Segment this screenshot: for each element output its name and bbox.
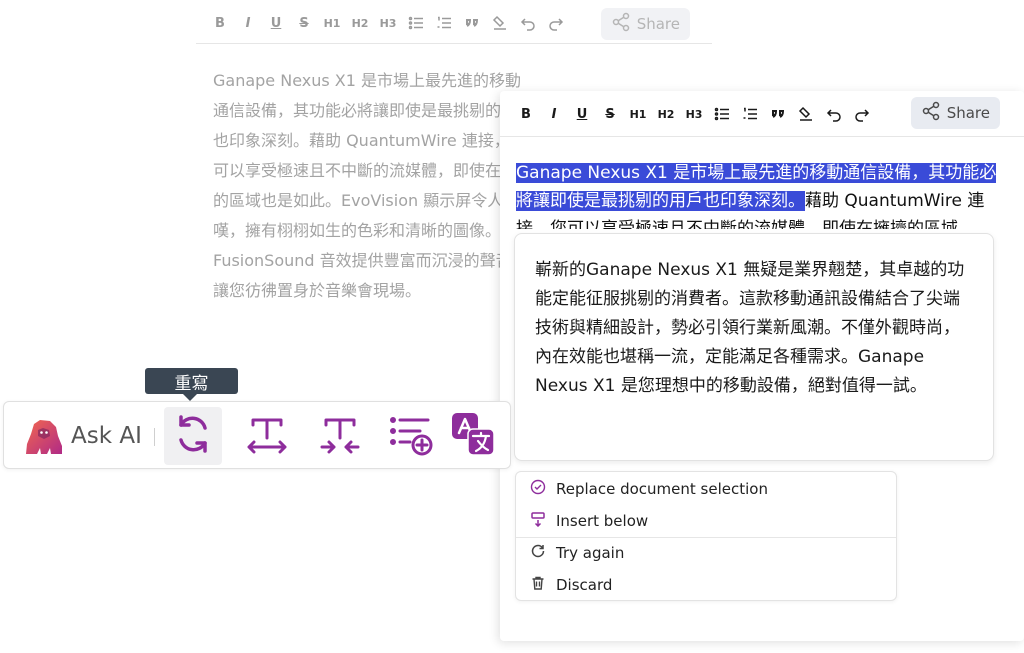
bold-button[interactable]: B [512, 100, 540, 128]
share-label: Share [946, 104, 990, 122]
discard-item[interactable]: Discard [516, 570, 896, 600]
ai-options-menu: Replace document selection Insert below … [515, 471, 897, 601]
rewrite-button[interactable] [164, 407, 222, 465]
insert-below-item[interactable]: Insert below [516, 506, 896, 536]
italic-button[interactable]: I [540, 100, 568, 128]
trash-icon [530, 575, 546, 595]
quote-icon[interactable] [764, 100, 792, 128]
insert-below-icon [530, 511, 546, 531]
ai-result-card: 嶄新的Ganape Nexus X1 無疑是業界翹楚，其卓越的功能定能征服挑剔的… [514, 233, 994, 461]
gorilla-logo-icon [24, 418, 64, 456]
toolbar-divider [500, 136, 1024, 137]
heading3-button[interactable]: H3 [374, 9, 402, 37]
shorten-text-icon [317, 411, 363, 461]
italic-button[interactable]: I [234, 9, 262, 37]
shorten-text-button[interactable] [311, 407, 369, 465]
document-text[interactable]: Ganape Nexus X1 是市場上最先進的移動通信設備，其功能必將讓即使是… [516, 159, 1000, 229]
ai-result-text: 嶄新的Ganape Nexus X1 無疑是業界翹楚，其卓越的功能定能征服挑剔的… [535, 260, 965, 396]
quote-icon[interactable] [458, 9, 486, 37]
redo-icon[interactable] [848, 100, 876, 128]
background-document-text: Ganape Nexus X1 是市場上最先進的移動通信設備，其功能必將讓即使是… [213, 71, 534, 300]
strikethrough-button[interactable]: S [596, 100, 624, 128]
rewrite-icon [170, 411, 216, 461]
editor-toolbar: B I U S H1 H2 H3 [512, 99, 876, 129]
expand-text-button[interactable] [238, 407, 296, 465]
continue-writing-icon [388, 411, 434, 461]
bulleted-list-icon[interactable] [402, 9, 430, 37]
translate-button[interactable] [444, 407, 502, 465]
ask-ai-label[interactable]: Ask AI [71, 423, 142, 449]
check-circle-icon [530, 479, 546, 499]
ask-ai-separator [154, 428, 155, 446]
numbered-list-icon[interactable] [736, 100, 764, 128]
heading1-button[interactable]: H1 [318, 9, 346, 37]
redo-icon[interactable] [542, 9, 570, 37]
undo-icon[interactable] [514, 9, 542, 37]
continue-writing-button[interactable] [382, 407, 440, 465]
underline-button[interactable]: U [262, 9, 290, 37]
rewrite-tooltip: 重寫 [145, 368, 238, 394]
replace-selection-item[interactable]: Replace document selection [516, 474, 896, 504]
share-label: Share [636, 15, 680, 33]
share-button[interactable]: Share [910, 97, 1000, 129]
heading1-button[interactable]: H1 [624, 100, 652, 128]
refresh-icon [530, 543, 546, 563]
heading2-button[interactable]: H2 [652, 100, 680, 128]
background-share-button[interactable]: Share [600, 8, 690, 40]
ask-ai-toolbar: Ask AI [3, 401, 511, 469]
menu-item-label: Insert below [556, 512, 649, 530]
heading3-button[interactable]: H3 [680, 100, 708, 128]
underline-button[interactable]: U [568, 100, 596, 128]
toolbar-divider [196, 43, 712, 44]
expand-text-icon [244, 411, 290, 461]
undo-icon[interactable] [820, 100, 848, 128]
highlight-icon[interactable] [486, 9, 514, 37]
try-again-item[interactable]: Try again [516, 538, 896, 568]
translate-icon [450, 411, 496, 461]
highlight-icon[interactable] [792, 100, 820, 128]
bulleted-list-icon[interactable] [708, 100, 736, 128]
tooltip-arrow [182, 393, 198, 401]
share-icon [921, 101, 941, 125]
menu-item-label: Try again [556, 544, 625, 562]
menu-item-label: Discard [556, 576, 613, 594]
share-icon [611, 12, 631, 36]
menu-item-label: Replace document selection [556, 480, 768, 498]
strikethrough-button[interactable]: S [290, 9, 318, 37]
heading2-button[interactable]: H2 [346, 9, 374, 37]
bold-button[interactable]: B [206, 9, 234, 37]
numbered-list-icon[interactable] [430, 9, 458, 37]
